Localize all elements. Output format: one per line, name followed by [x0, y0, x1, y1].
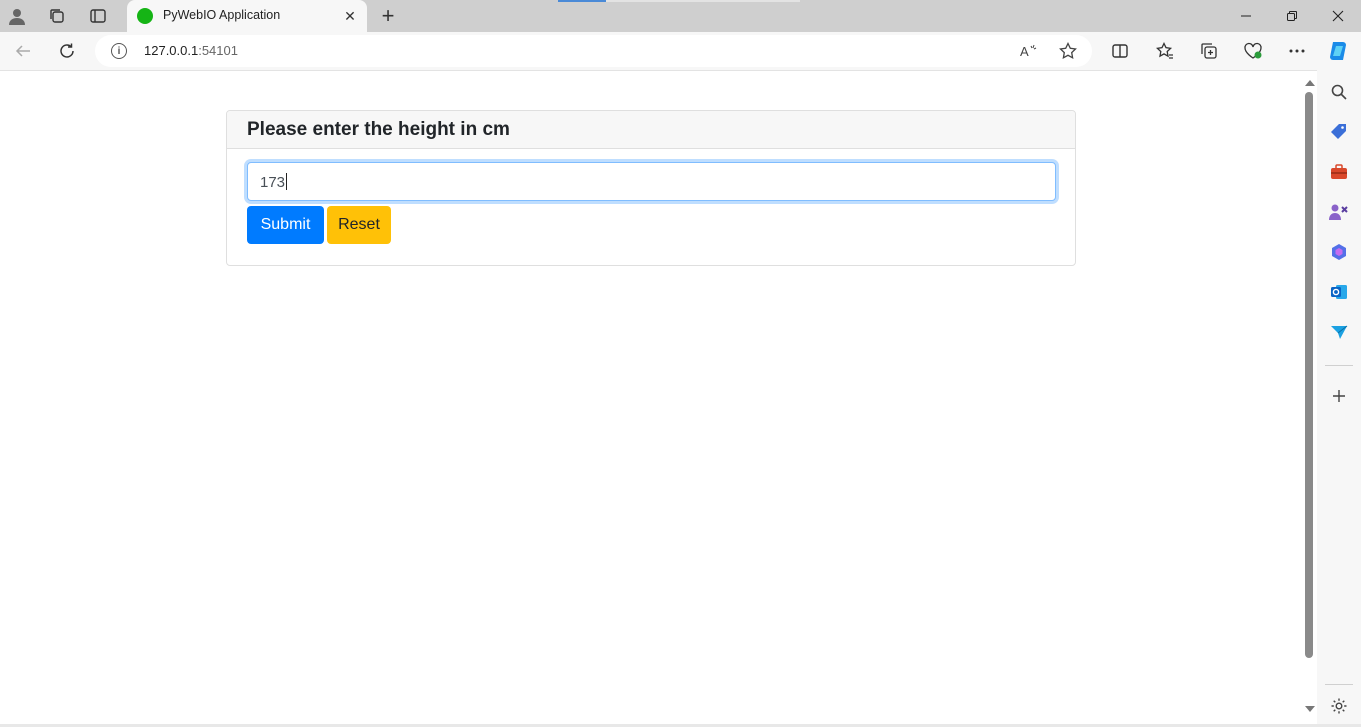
- height-input[interactable]: 173: [247, 162, 1056, 201]
- height-input-text: 173: [260, 174, 286, 191]
- close-window-button[interactable]: [1315, 0, 1361, 32]
- refresh-button[interactable]: [53, 37, 81, 65]
- form-title: Please enter the height in cm: [247, 119, 510, 140]
- read-aloud-icon[interactable]: A: [1017, 40, 1039, 62]
- sidebar-divider: [1325, 365, 1353, 366]
- tab-actions-icon[interactable]: [85, 4, 111, 28]
- sidebar-divider-bottom: [1325, 684, 1353, 685]
- scroll-thumb[interactable]: [1305, 92, 1313, 658]
- profile-icon[interactable]: [4, 4, 30, 28]
- tab-favicon-icon: [137, 8, 153, 24]
- favorites-icon[interactable]: [1151, 37, 1179, 65]
- restore-button[interactable]: [1269, 0, 1315, 32]
- back-button[interactable]: [9, 37, 37, 65]
- scroll-up-arrow-icon[interactable]: [1305, 80, 1315, 86]
- new-tab-button[interactable]: +: [375, 3, 401, 28]
- workspaces-icon[interactable]: [44, 4, 70, 28]
- browser-essentials-icon[interactable]: [1239, 37, 1267, 65]
- height-input-value: 173: [260, 173, 288, 191]
- browser-toolbar: i 127.0.0.1:54101 A: [0, 32, 1361, 70]
- tab-strip-indicator-secondary: [606, 0, 800, 2]
- card-header: Please enter the height in cm: [227, 111, 1075, 149]
- url-port: :54101: [198, 43, 238, 58]
- address-bar[interactable]: i 127.0.0.1:54101 A: [95, 35, 1092, 67]
- minimize-button[interactable]: [1223, 0, 1269, 32]
- split-screen-icon[interactable]: [1106, 37, 1134, 65]
- text-caret: [286, 173, 288, 190]
- reset-button[interactable]: Reset: [327, 206, 391, 244]
- url-text: 127.0.0.1:54101: [144, 43, 238, 58]
- tab-close-icon[interactable]: ✕: [340, 6, 360, 26]
- url-host: 127.0.0.1: [144, 43, 199, 58]
- page-scrollbar[interactable]: [1302, 70, 1317, 718]
- favorite-star-icon[interactable]: [1057, 40, 1079, 62]
- sidebar-outlook-icon[interactable]: [1328, 281, 1350, 303]
- sidebar-games-icon[interactable]: [1328, 201, 1350, 223]
- svg-text:A: A: [1020, 44, 1029, 59]
- tab-title: PyWebIO Application: [163, 8, 281, 22]
- edge-sidebar: [1317, 70, 1361, 727]
- collections-icon[interactable]: [1195, 37, 1223, 65]
- site-info-icon[interactable]: i: [111, 43, 127, 59]
- sidebar-add-icon[interactable]: [1328, 385, 1350, 407]
- sidebar-microsoft365-icon[interactable]: [1328, 241, 1350, 263]
- scroll-down-arrow-icon[interactable]: [1305, 706, 1315, 712]
- tab-strip-indicator: [558, 0, 606, 2]
- sidebar-tools-icon[interactable]: [1328, 161, 1350, 183]
- active-tab[interactable]: PyWebIO Application ✕: [127, 0, 367, 32]
- input-form-card: Please enter the height in cm 173 Submit…: [226, 110, 1076, 266]
- sidebar-settings-icon[interactable]: [1328, 695, 1350, 717]
- browser-title-bar: PyWebIO Application ✕ +: [0, 0, 1361, 32]
- copilot-icon[interactable]: [1325, 37, 1353, 65]
- submit-button[interactable]: Submit: [247, 206, 324, 244]
- sidebar-search-icon[interactable]: [1328, 81, 1350, 103]
- more-options-icon[interactable]: [1283, 37, 1311, 65]
- sidebar-send-icon[interactable]: [1328, 321, 1350, 343]
- sidebar-shopping-icon[interactable]: [1328, 121, 1350, 143]
